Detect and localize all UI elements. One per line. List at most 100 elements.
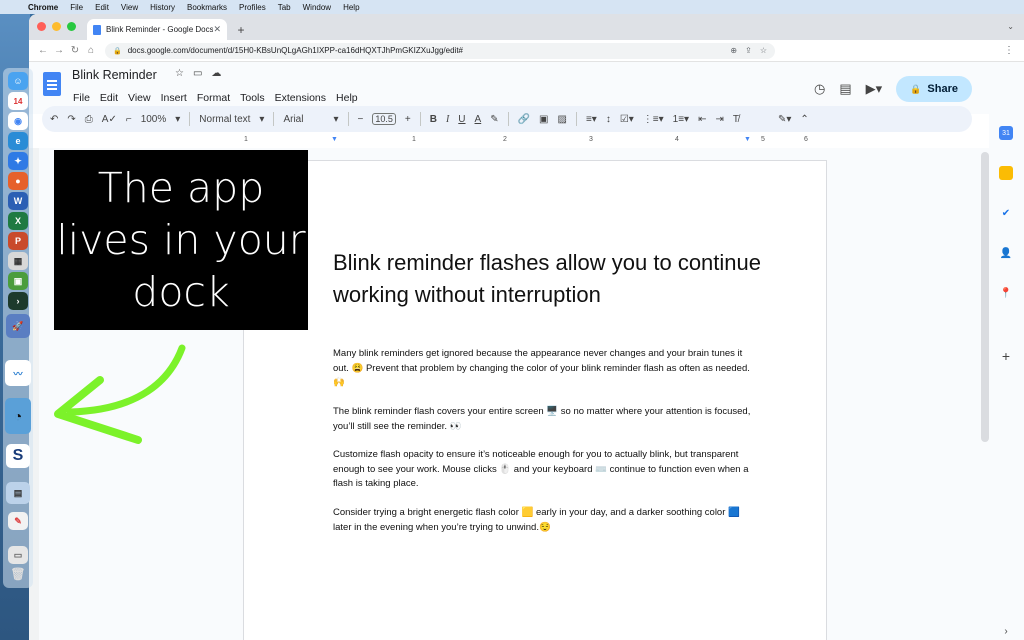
browser-tab[interactable]: Blink Reminder - Google Docs ✕ [87,19,227,40]
move-folder-icon[interactable]: ▭ [193,68,202,79]
menu-edit[interactable]: Edit [100,92,118,104]
back-button[interactable]: ← [35,45,51,56]
font-select[interactable]: Arial [283,114,303,125]
minecraft-icon[interactable]: ▣ [8,272,28,290]
zoom-chevron-icon[interactable]: ▾ [175,114,180,125]
ruler-right-indent-icon[interactable]: ▼ [744,136,751,143]
redo-icon[interactable]: ↷ [67,114,75,125]
increase-font-size-icon[interactable]: + [405,114,411,125]
document-page[interactable]: Blink reminder flashes allow you to cont… [243,160,827,640]
font-size-input[interactable]: 10.5 [372,113,396,125]
reload-button[interactable]: ↻ [67,45,83,56]
zoom-window-button[interactable] [67,22,76,31]
style-select[interactable]: Normal text [199,114,250,125]
clear-formatting-icon[interactable]: T̸ [733,114,739,125]
show-side-panel-icon[interactable]: › [999,624,1013,638]
numbered-list-icon[interactable]: 1≡▾ [673,114,689,125]
style-chevron-icon[interactable]: ▾ [259,114,264,125]
calendar-icon[interactable]: 31 [999,126,1013,140]
menubar-item-history[interactable]: History [150,3,175,12]
bulleted-list-icon[interactable]: ⋮≡▾ [643,114,664,125]
tasks-icon[interactable]: ✔ [999,206,1013,220]
downloads-stack-icon[interactable]: ▭ [8,546,28,564]
menu-format[interactable]: Format [197,92,230,104]
decrease-indent-icon[interactable]: ⇤ [698,114,706,125]
powerpoint-icon[interactable]: P [8,232,28,250]
menubar-item-profiles[interactable]: Profiles [239,3,266,12]
chrome-menu-icon[interactable]: ⋮ [1004,45,1014,56]
increase-indent-icon[interactable]: ⇥ [715,114,723,125]
editing-mode-icon[interactable]: ✎▾ [778,114,791,125]
contacts-icon[interactable]: 👤 [999,246,1013,260]
menu-help[interactable]: Help [336,92,358,104]
undo-icon[interactable]: ↶ [50,114,58,125]
trash-icon[interactable]: 🗑 [8,565,28,583]
text-color-button[interactable]: A [475,114,482,125]
share-page-icon[interactable]: ⇪ [745,46,752,55]
design-app-icon[interactable]: ✎ [8,512,28,530]
zoom-select[interactable]: 100% [141,114,167,125]
document-heading[interactable]: Blink reminder flashes allow you to cont… [333,247,773,311]
star-icon[interactable]: ☆ [175,68,184,79]
close-window-button[interactable] [37,22,46,31]
align-icon[interactable]: ≡▾ [586,114,597,125]
safari-icon[interactable]: ✦ [8,152,28,170]
document-paragraph[interactable]: The blink reminder flash covers your ent… [333,405,753,434]
edge-icon[interactable]: e [8,132,28,150]
italic-button[interactable]: I [446,114,449,125]
menubar-app-name[interactable]: Chrome [28,3,58,12]
cloud-status-icon[interactable]: ☁ [211,68,221,79]
version-history-icon[interactable]: ◷ [814,81,825,97]
font-chevron-icon[interactable]: ▾ [333,114,338,125]
maps-icon[interactable]: 📍 [999,286,1013,300]
line-spacing-icon[interactable]: ↕ [606,114,611,125]
lock-icon[interactable]: 🔒 [113,47,122,55]
menubar-item-file[interactable]: File [70,3,83,12]
spellcheck-icon[interactable]: A✓ [102,114,117,125]
firefox-icon[interactable]: ● [8,172,28,190]
menu-view[interactable]: View [128,92,151,104]
comments-icon[interactable]: ▤ [839,81,851,97]
minimize-window-button[interactable] [52,22,61,31]
rocket-app-icon[interactable]: 🚀 [6,314,30,338]
paint-format-icon[interactable]: ⌐ [126,114,132,125]
home-button[interactable]: ⌂ [83,45,99,56]
document-title[interactable]: Blink Reminder [72,68,157,82]
menu-insert[interactable]: Insert [161,92,187,104]
chrome-icon[interactable]: ◉ [8,112,28,130]
calendar-app-icon[interactable]: 14 [8,92,28,110]
forward-button[interactable]: → [51,45,67,56]
scrivener-icon[interactable]: S [6,444,30,468]
utility-app-icon[interactable]: ▤ [6,482,30,504]
menubar-item-edit[interactable]: Edit [95,3,109,12]
insert-link-icon[interactable]: 🔗 [518,114,530,125]
decrease-font-size-icon[interactable]: − [358,114,364,125]
menubar-item-help[interactable]: Help [343,3,359,12]
preview-icon[interactable]: ▦ [8,252,28,270]
new-tab-button[interactable]: + [231,19,251,40]
document-paragraph[interactable]: Many blink reminders get ignored because… [333,347,753,391]
word-icon[interactable]: W [8,192,28,210]
url-input[interactable]: 🔒 docs.google.com/document/d/15H0-KBsUnQ… [105,42,775,59]
meet-video-icon[interactable]: ▶▾ [866,81,883,97]
blink-reminder-app-icon[interactable]: ◔ [5,398,31,434]
bookmark-star-icon[interactable]: ☆ [760,46,767,55]
keep-icon[interactable] [999,166,1013,180]
finder-icon[interactable]: ☺ [8,72,28,90]
add-comment-icon[interactable]: ▣ [539,114,548,125]
vertical-scrollbar[interactable] [981,152,989,442]
docs-logo-icon[interactable] [43,72,61,96]
highlight-icon[interactable]: ✎ [490,114,498,125]
tab-search-chevron-icon[interactable]: ⌄ [1007,22,1014,31]
menu-file[interactable]: File [73,92,90,104]
terminal-icon[interactable]: › [8,292,28,310]
collapse-toolbar-icon[interactable]: ⌃ [800,114,808,125]
excel-icon[interactable]: X [8,212,28,230]
menubar-item-bookmarks[interactable]: Bookmarks [187,3,227,12]
menu-tools[interactable]: Tools [240,92,265,104]
document-paragraph[interactable]: Customize flash opacity to ensure it’s n… [333,448,753,492]
print-icon[interactable]: ⎙ [85,114,93,125]
horizontal-ruler[interactable]: 1 ▼ 1 2 3 4 5 ▼ 6 [244,136,829,147]
insert-image-icon[interactable]: ▨ [558,114,567,125]
menubar-item-window[interactable]: Window [303,3,331,12]
